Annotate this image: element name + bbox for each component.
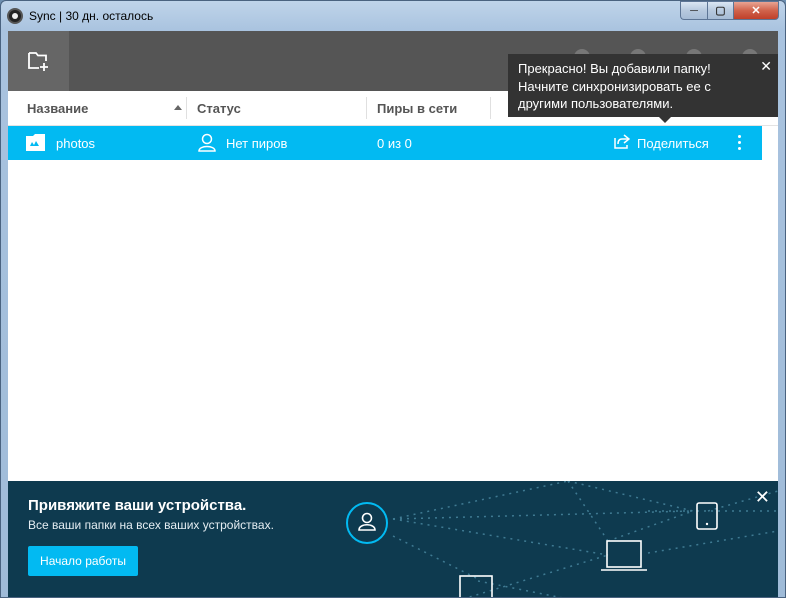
folder-add-icon	[27, 52, 48, 71]
app-window: Sync | 30 дн. осталось ─ ▢ ✕ Название Ст…	[0, 0, 786, 598]
folder-status: Нет пиров	[226, 136, 288, 151]
folder-peers-count: 0 из 0	[377, 136, 412, 151]
monitor-icon	[459, 575, 493, 597]
user-icon	[198, 133, 216, 152]
tooltip-close-icon[interactable]: ✕	[760, 58, 772, 76]
tooltip-line-2: Начните синхронизировать ее с	[518, 78, 711, 94]
share-label: Поделиться	[637, 136, 709, 151]
link-devices-banner: Привяжите ваши устройства. Все ваши папк…	[8, 481, 778, 597]
folder-name: photos	[56, 136, 96, 151]
banner-close-icon[interactable]: ✕	[755, 487, 770, 508]
folder-row[interactable]: photos Нет пиров 0 из 0 Поделиться	[8, 126, 762, 160]
tooltip-line-1: Прекрасно! Вы добавили папку!	[518, 61, 711, 76]
banner-subtitle: Все ваши папки на всех ваших устройствах…	[28, 518, 274, 532]
sort-ascending-icon	[174, 105, 182, 110]
minimize-button[interactable]: ─	[680, 1, 707, 20]
column-divider	[490, 97, 491, 119]
more-options-icon[interactable]	[738, 135, 742, 151]
maximize-icon: ▢	[715, 5, 726, 17]
close-window-button[interactable]: ✕	[733, 1, 779, 20]
folder-icon	[26, 134, 45, 151]
get-started-button[interactable]: Начало работы	[28, 546, 138, 576]
share-icon	[614, 134, 630, 149]
column-name[interactable]: Название	[27, 101, 88, 116]
onboarding-tooltip: Прекрасно! Вы добавили папку! Начните си…	[508, 54, 778, 123]
sync-app-icon	[7, 8, 23, 24]
close-icon: ✕	[751, 5, 761, 17]
window-title: Sync | 30 дн. осталось	[29, 9, 154, 23]
add-folder-button[interactable]	[8, 31, 69, 91]
tooltip-pointer	[659, 117, 671, 123]
column-peers[interactable]: Пиры в сети	[377, 101, 457, 116]
banner-title: Привяжите ваши устройства.	[28, 497, 247, 514]
column-divider	[186, 97, 187, 119]
column-divider	[366, 97, 367, 119]
caption-buttons: ─ ▢ ✕	[680, 1, 779, 21]
laptop-icon	[606, 540, 642, 568]
maximize-button[interactable]: ▢	[707, 1, 733, 20]
tooltip-line-3: другими пользователями.	[518, 96, 674, 111]
title-bar[interactable]: Sync | 30 дн. осталось ─ ▢ ✕	[1, 1, 785, 31]
minimize-icon: ─	[690, 4, 698, 17]
main-content: Название Статус Пиры в сети photos Нет п…	[8, 31, 778, 597]
column-status[interactable]: Статус	[197, 101, 241, 116]
